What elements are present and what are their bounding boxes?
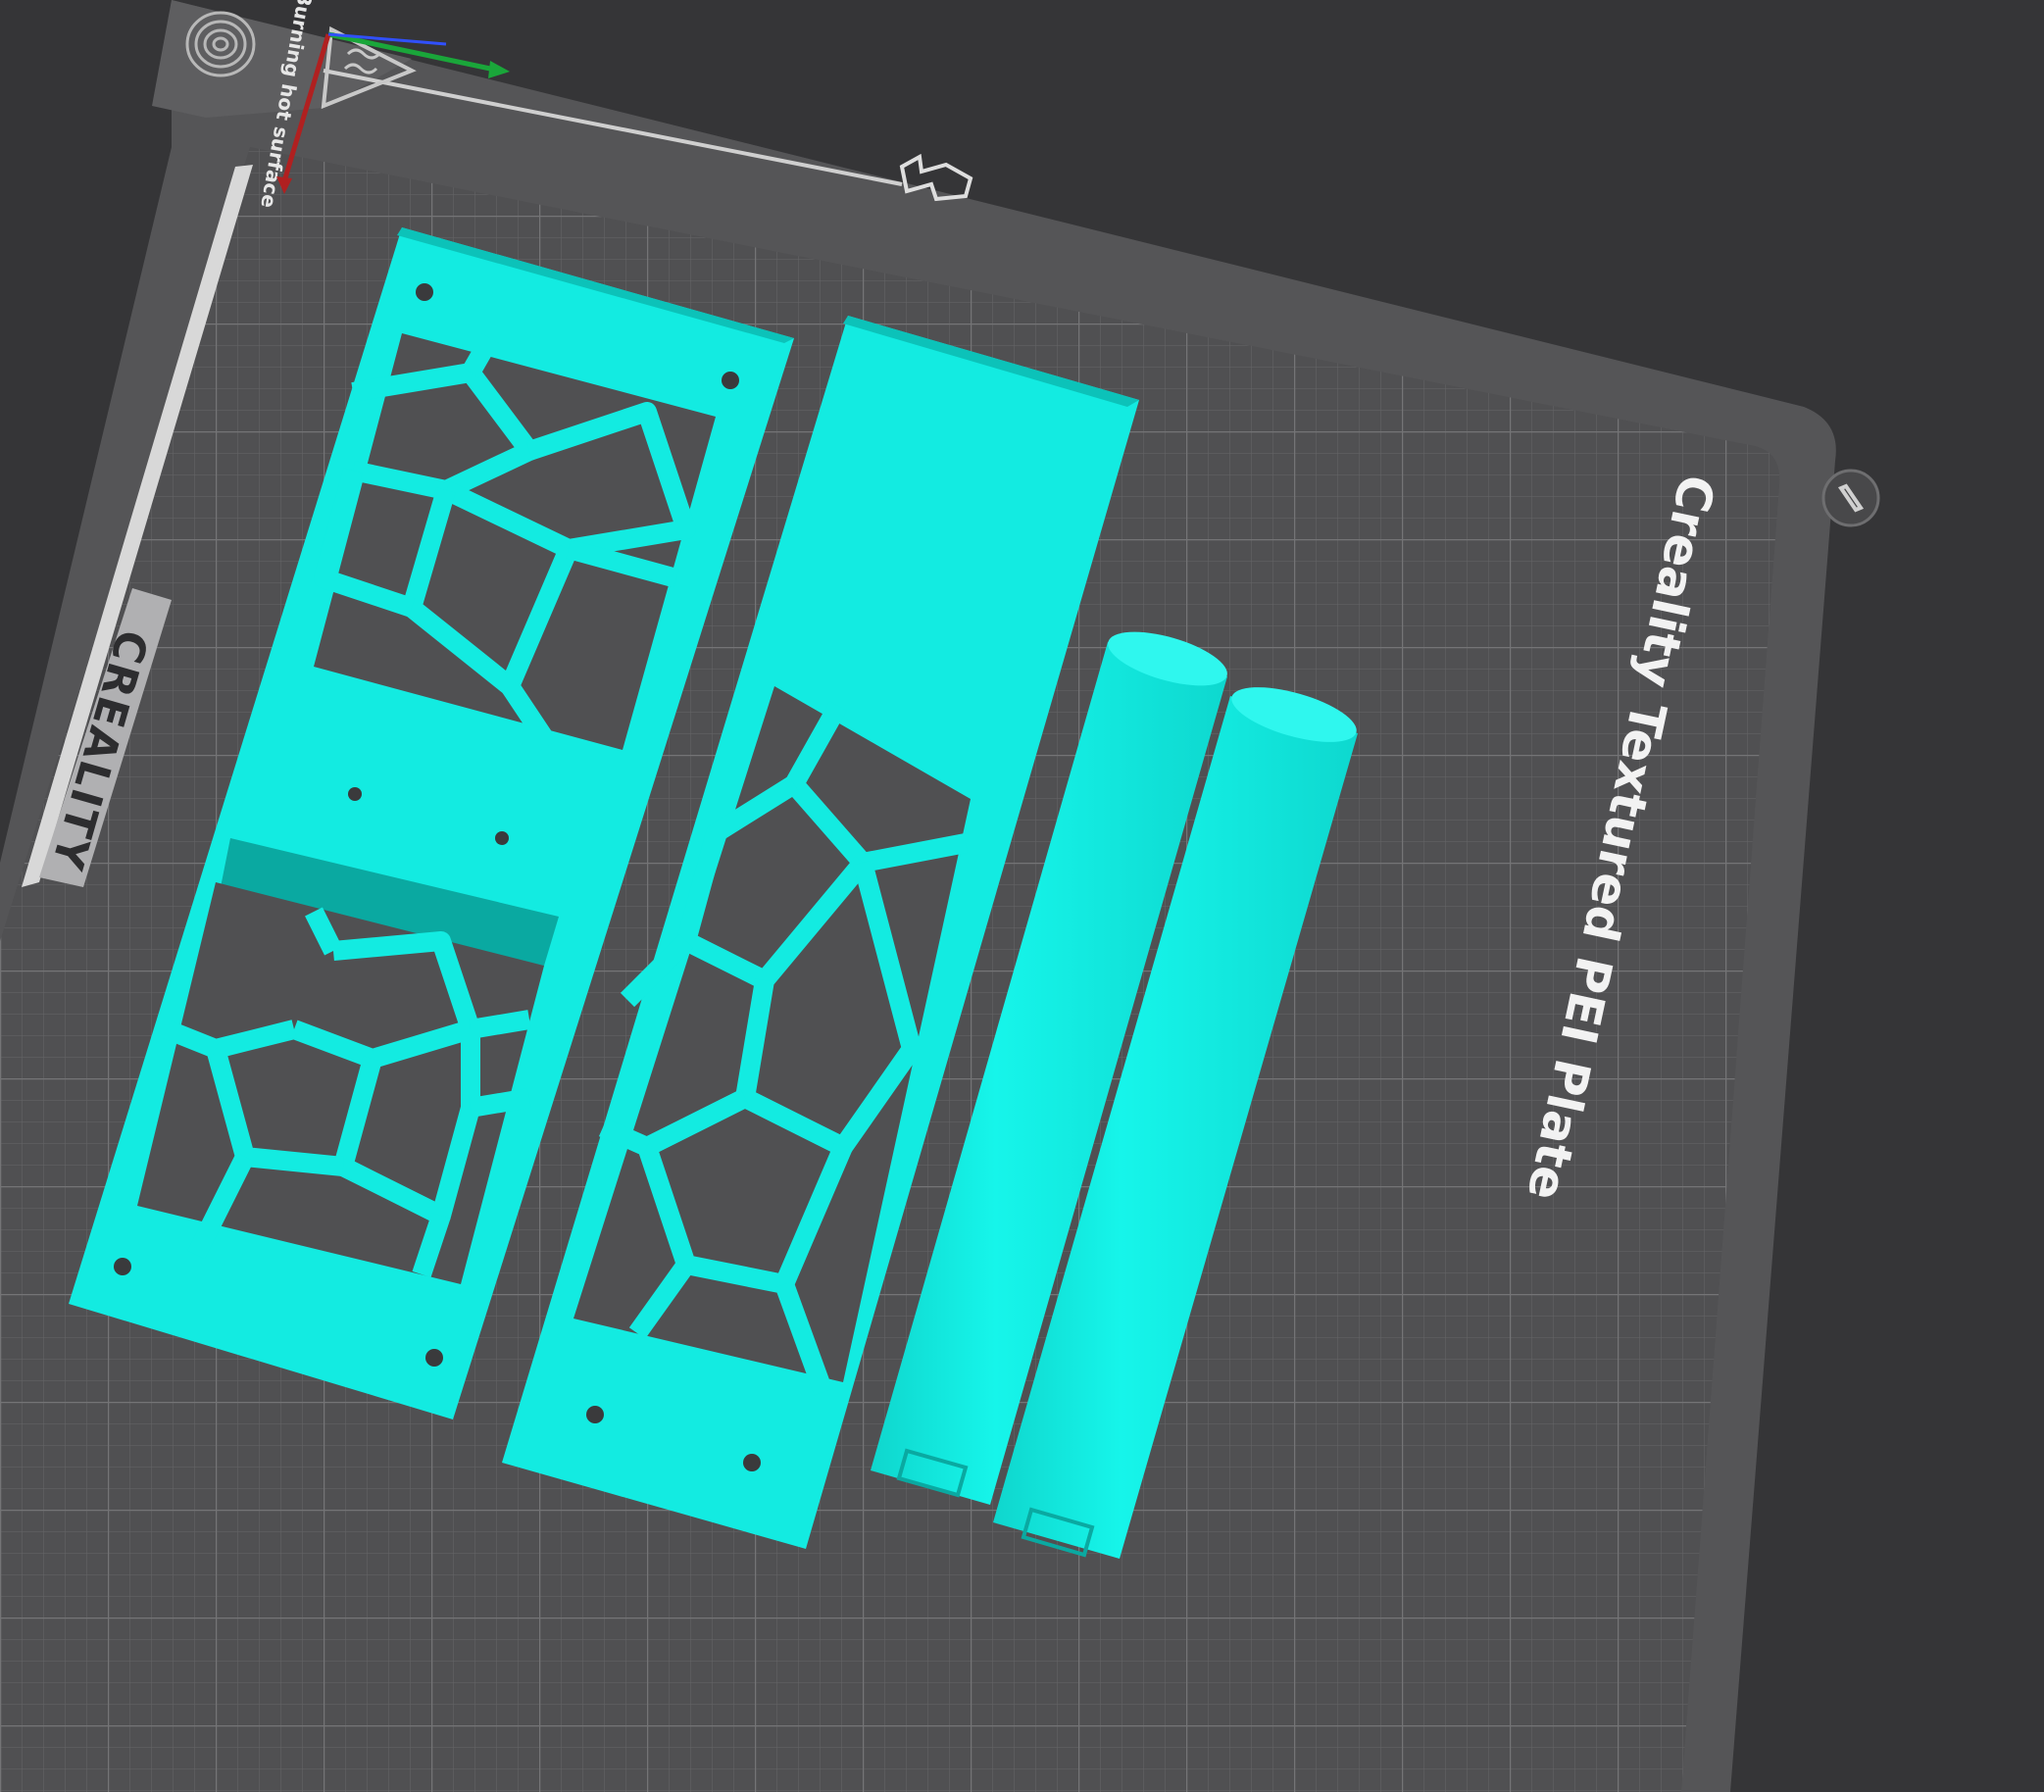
edit-plate-button[interactable] [1821,469,1880,527]
3d-viewport[interactable]: CREALITY Burning hot surface Creality Te… [0,0,2044,1792]
